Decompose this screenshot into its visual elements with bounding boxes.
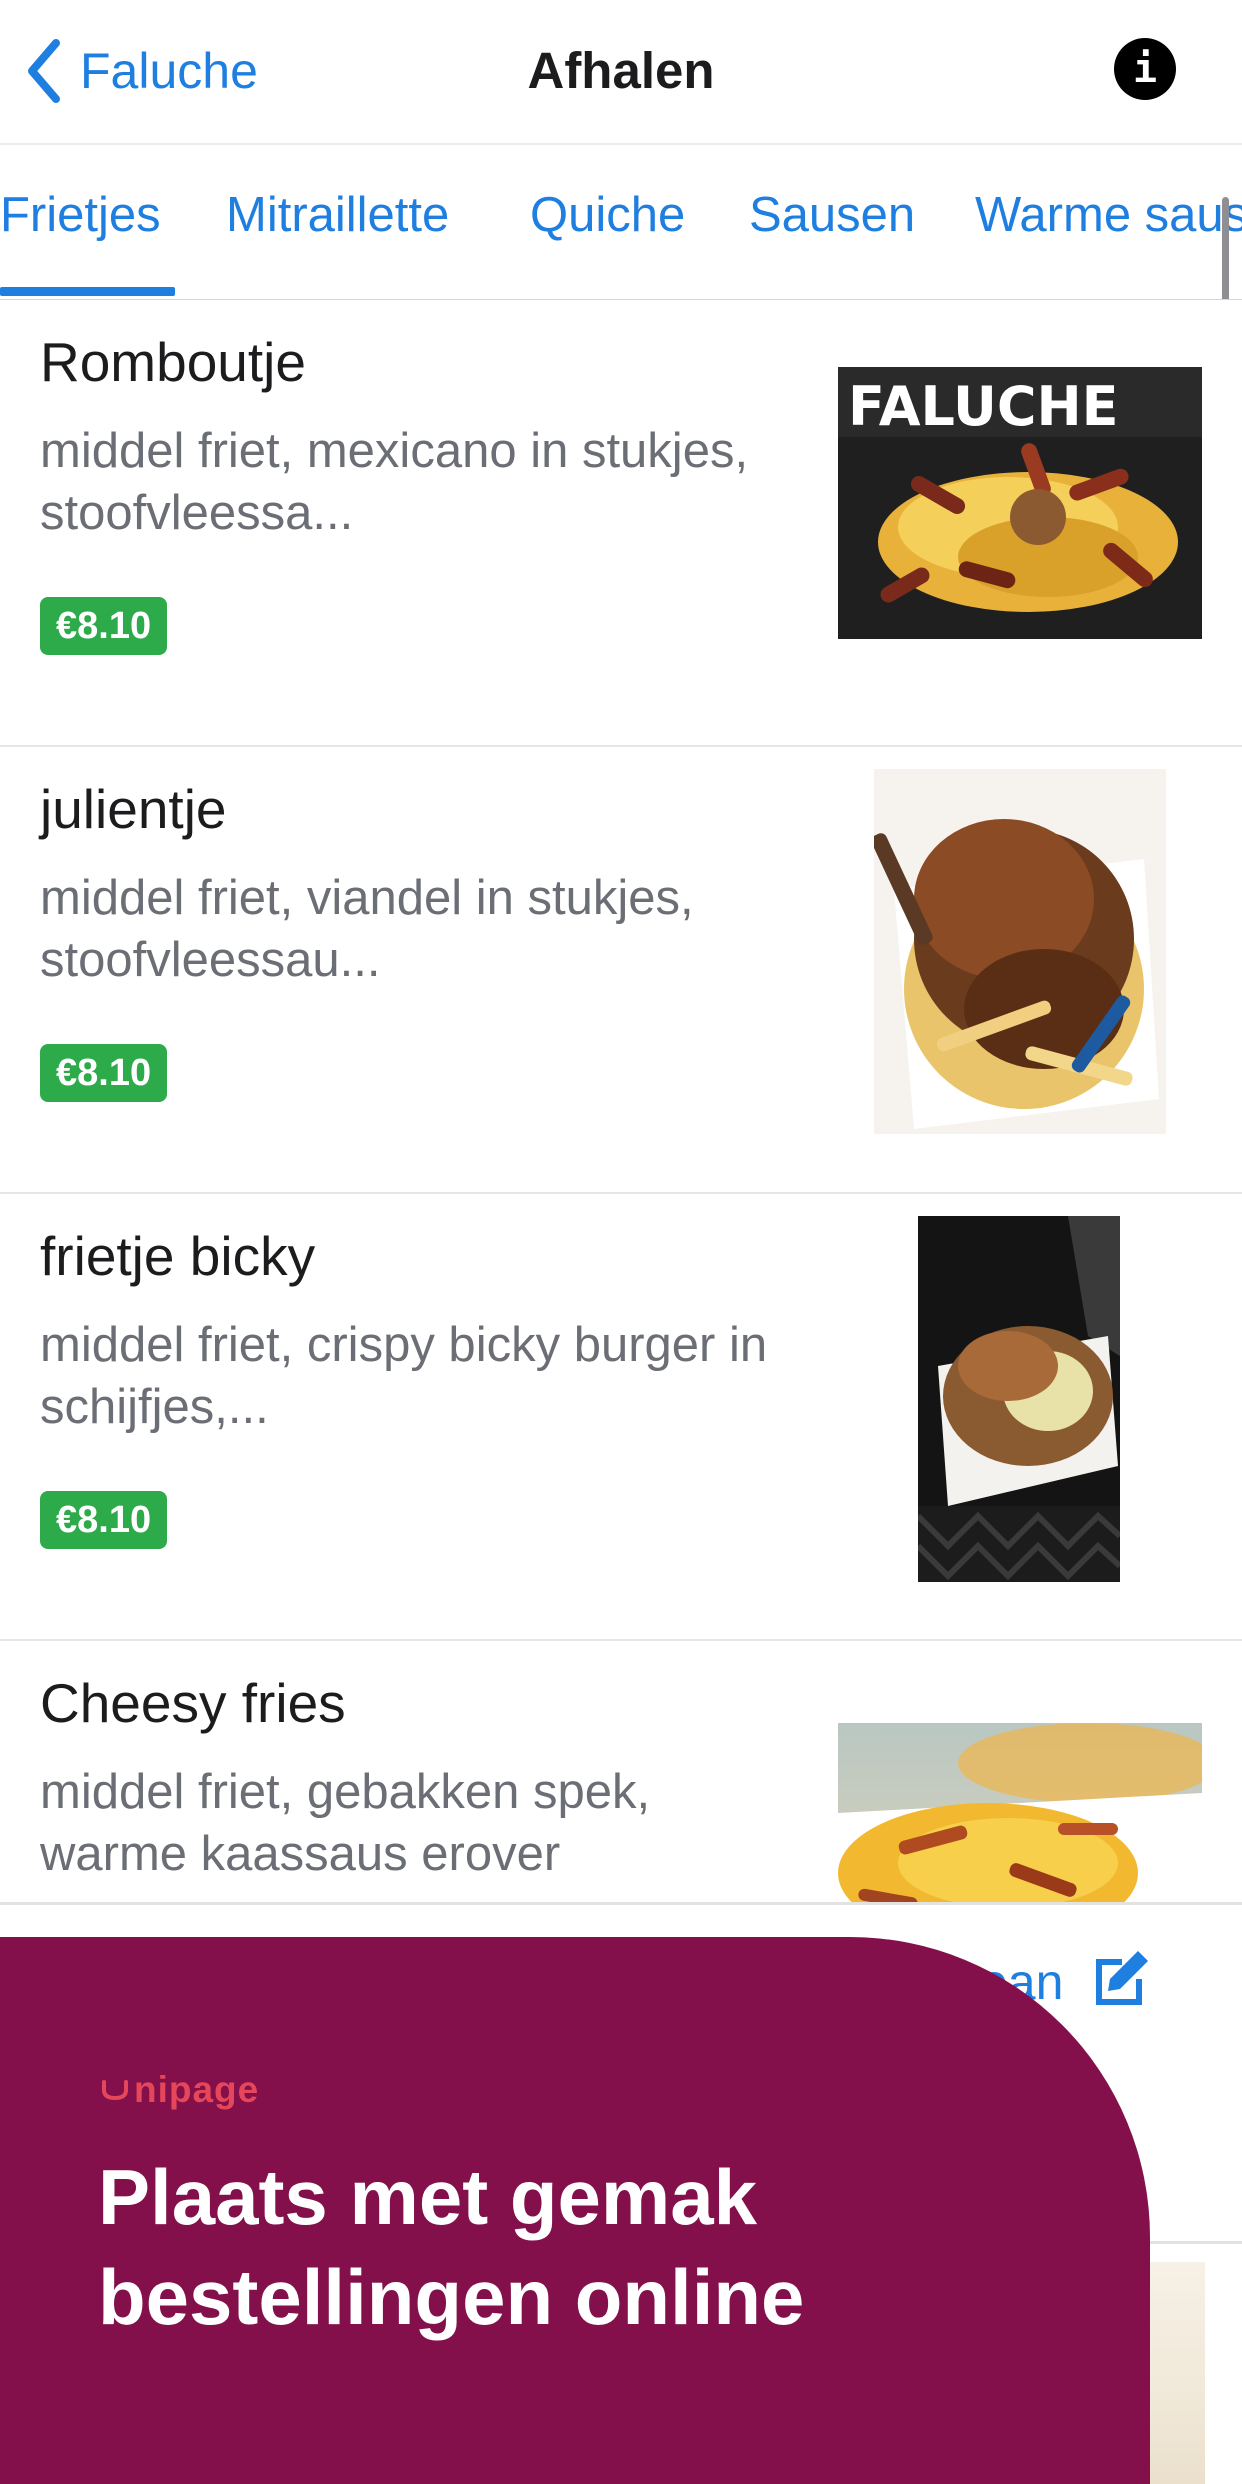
price-badge: €8.10 — [40, 597, 168, 655]
tab-mitraillette[interactable]: Mitraillette — [226, 185, 449, 245]
item-name: julientje — [40, 778, 227, 840]
image-logo-text: FALUCHE — [848, 375, 1119, 438]
item-image: FALUCHE — [838, 367, 1202, 639]
scrollbar[interactable] — [1222, 197, 1229, 299]
item-name: Romboutje — [40, 331, 306, 393]
item-image — [874, 769, 1166, 1134]
item-name: Cheesy fries — [40, 1672, 346, 1734]
menu-item-julientje[interactable]: julientje middel friet, viandel in stukj… — [0, 747, 1242, 1195]
item-description: middel friet, crispy bicky burger in sch… — [40, 1318, 768, 1434]
navigation-bar: Faluche Afhalen i — [0, 0, 1242, 145]
category-tabs: Frietjes Mitraillette Quiche Sausen Warm… — [0, 145, 1242, 302]
tab-frietjes[interactable]: Frietjes — [0, 185, 161, 245]
price-badge: €8.10 — [40, 1491, 168, 1549]
unipage-logo: nipage — [100, 2069, 259, 2111]
promo-banner: nipage Plaats met gemak bestellingen onl… — [0, 1937, 1150, 2484]
item-image — [918, 1216, 1120, 1582]
page-title: Afhalen — [527, 42, 715, 99]
menu-item-romboutje[interactable]: Romboutje middel friet, mexicano in stuk… — [0, 300, 1242, 748]
promo-headline: Plaats met gemak bestellingen online — [98, 2153, 805, 2341]
edit-icon[interactable] — [1088, 1945, 1152, 2009]
info-button[interactable]: i — [1114, 38, 1176, 100]
price-badge: €8.10 — [40, 1044, 168, 1102]
item-description: middel friet, gebakken spek, warme kaass… — [40, 1765, 651, 1881]
item-name: frietje bicky — [40, 1225, 316, 1287]
tab-warme-sausen[interactable]: Warme sausen — [975, 185, 1242, 245]
info-icon: i — [1132, 46, 1158, 92]
unipage-logo-mark — [102, 2080, 128, 2101]
tab-quiche[interactable]: Quiche — [530, 185, 685, 245]
tab-sausen[interactable]: Sausen — [749, 185, 915, 245]
logo-text: nipage — [134, 2069, 260, 2110]
active-tab-indicator — [0, 287, 175, 296]
menu-item-frietje-bicky[interactable]: frietje bicky middel friet, crispy bicky… — [0, 1194, 1242, 1642]
item-description: middel friet, mexicano in stukjes, stoof… — [40, 424, 749, 540]
item-description: middel friet, viandel in stukjes, stoofv… — [40, 871, 694, 987]
